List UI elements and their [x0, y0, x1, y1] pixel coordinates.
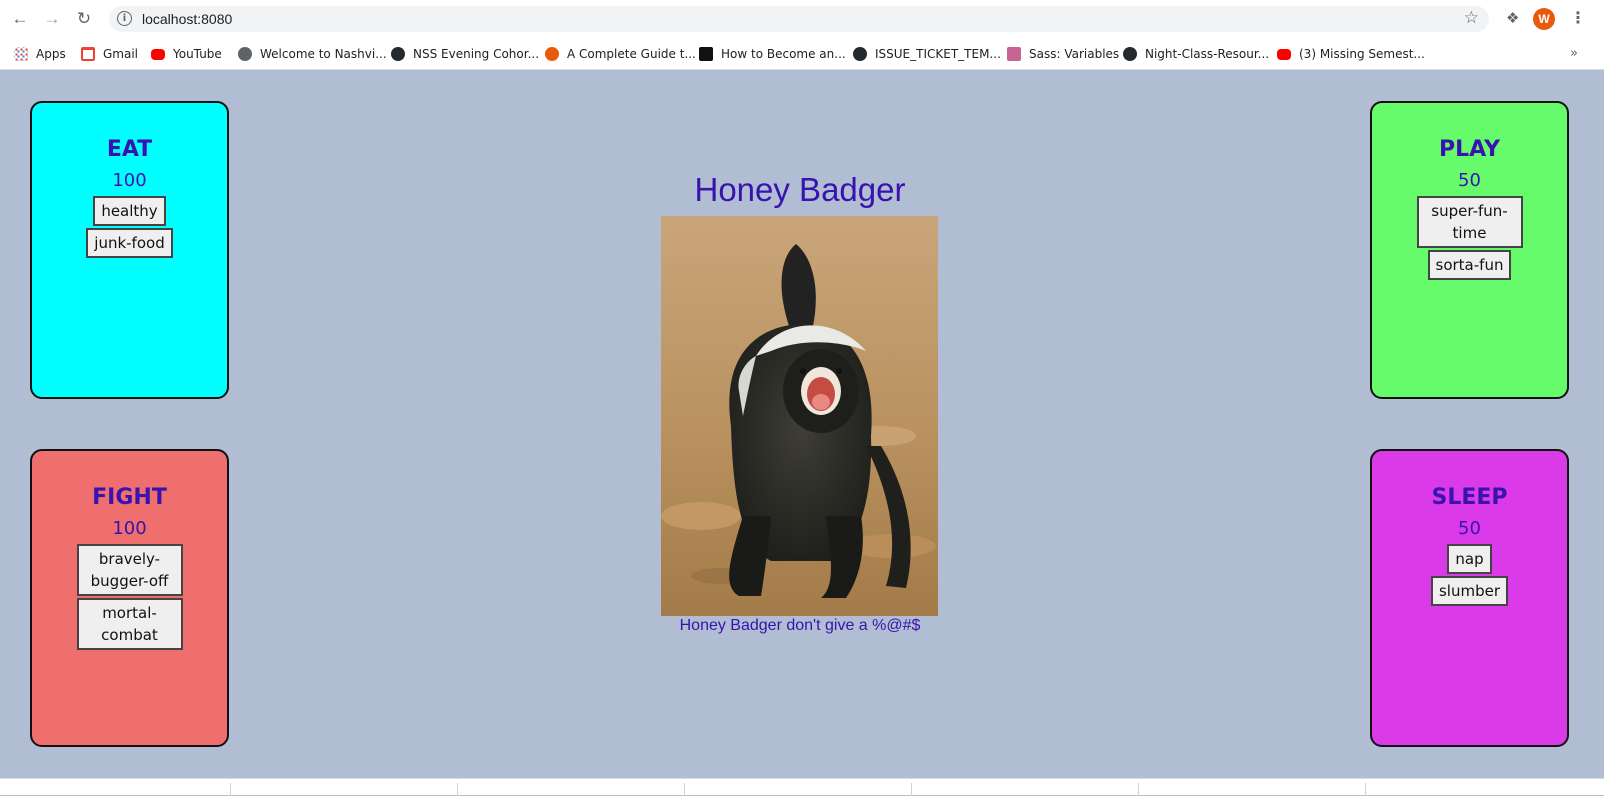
- mortal-combat-button[interactable]: mortal- combat: [76, 598, 183, 650]
- forward-arrow-icon[interactable]: →: [41, 8, 63, 30]
- shelf-divider: [230, 783, 231, 796]
- bookmark-gmail[interactable]: Gmail: [81, 45, 138, 63]
- bookmark-label: Gmail: [103, 47, 139, 61]
- healthy-button[interactable]: healthy: [93, 196, 166, 226]
- bookmark-label: ISSUE_TICKET_TEM...: [875, 47, 1001, 61]
- browser-toolbar: ← → ↻ i localhost:8080 ☆ ❖ W ⋮: [0, 0, 1604, 38]
- bookmark-youtube[interactable]: YouTube: [151, 45, 222, 63]
- bookmark-nss-cohort[interactable]: NSS Evening Cohor...: [391, 45, 539, 63]
- card-value: 100: [112, 518, 147, 539]
- youtube-icon: [1277, 48, 1291, 60]
- bookmarks-overflow-button[interactable]: »: [1570, 46, 1578, 61]
- shelf-divider: [1138, 783, 1139, 796]
- bookmark-star-icon[interactable]: ☆: [1464, 8, 1479, 28]
- nap-button[interactable]: nap: [1447, 544, 1492, 574]
- sass-icon: [1007, 47, 1021, 61]
- sorta-fun-button[interactable]: sorta-fun: [1427, 250, 1512, 280]
- github-icon: [853, 47, 867, 61]
- shelf-divider: [1365, 783, 1366, 796]
- extensions-puzzle-icon[interactable]: ❖: [1506, 9, 1519, 27]
- slumber-button[interactable]: slumber: [1430, 576, 1509, 606]
- asterisk-icon: [545, 47, 559, 61]
- youtube-icon: [151, 48, 165, 60]
- bookmark-night-class[interactable]: Night-Class-Resour...: [1123, 45, 1269, 63]
- bookmark-label: Night-Class-Resour...: [1145, 47, 1270, 61]
- bookmark-label: NSS Evening Cohor...: [413, 47, 540, 61]
- eat-card: EAT 100 healthy junk-food: [30, 101, 229, 399]
- bravely-bugger-off-button[interactable]: bravely- bugger-off: [76, 544, 183, 596]
- github-icon: [1123, 47, 1137, 61]
- card-value: 100: [112, 170, 147, 191]
- reload-icon[interactable]: ↻: [73, 8, 95, 30]
- address-bar[interactable]: i localhost:8080 ☆: [109, 6, 1489, 32]
- super-fun-time-button[interactable]: super-fun- time: [1416, 196, 1523, 248]
- bookmark-complete-guide[interactable]: A Complete Guide t...: [545, 45, 696, 63]
- bookmark-issue-ticket[interactable]: ISSUE_TICKET_TEM...: [853, 45, 1001, 63]
- back-arrow-icon[interactable]: ←: [9, 8, 31, 30]
- bookmark-label: Apps: [36, 47, 66, 61]
- bookmark-label: Sass: Variables: [1029, 47, 1120, 61]
- play-card: PLAY 50 super-fun- time sorta-fun: [1370, 101, 1569, 399]
- honey-badger-photo: [661, 216, 938, 616]
- card-value: 50: [1458, 518, 1481, 539]
- bookmark-label: YouTube: [173, 47, 222, 61]
- bookmark-label: Welcome to Nashvi...: [260, 47, 387, 61]
- profile-avatar[interactable]: W: [1533, 8, 1555, 30]
- gmail-icon: [81, 47, 95, 61]
- pet-caption: Honey Badger don't give a %@#$: [679, 617, 921, 634]
- globe-icon: [238, 47, 252, 61]
- pet-name-heading: Honey Badger: [694, 171, 906, 208]
- apps-grid-icon: [14, 47, 28, 61]
- card-title: SLEEP: [1431, 485, 1508, 510]
- shelf-divider: [457, 783, 458, 796]
- bookmark-sass-variables[interactable]: Sass: Variables: [1007, 45, 1119, 63]
- honey-badger-illustration: [661, 216, 938, 616]
- shelf-divider: [684, 783, 685, 796]
- url-text[interactable]: localhost:8080: [142, 11, 232, 27]
- bookmark-missing-semester[interactable]: (3) Missing Semest...: [1277, 45, 1425, 63]
- info-icon[interactable]: i: [117, 11, 132, 26]
- page-content: EAT 100 healthy junk-food FIGHT 100 brav…: [0, 71, 1604, 778]
- bookmark-nashville[interactable]: Welcome to Nashvi...: [238, 45, 387, 63]
- bookmark-apps[interactable]: Apps: [14, 45, 66, 63]
- bookmark-label: How to Become an...: [721, 47, 846, 61]
- bookmark-how-to-become[interactable]: How to Become an...: [699, 45, 846, 63]
- card-title: FIGHT: [92, 485, 167, 510]
- menu-kebab-icon[interactable]: ⋮: [1570, 8, 1586, 27]
- bookmarks-bar: Apps Gmail YouTube Welcome to Nashvi... …: [0, 38, 1604, 70]
- bookmark-label: (3) Missing Semest...: [1299, 47, 1425, 61]
- junk-food-button[interactable]: junk-food: [86, 228, 173, 258]
- github-icon: [391, 47, 405, 61]
- card-title: PLAY: [1439, 137, 1500, 162]
- fight-card: FIGHT 100 bravely- bugger-off mortal- co…: [30, 449, 229, 747]
- sleep-card: SLEEP 50 nap slumber: [1370, 449, 1569, 747]
- shelf-divider: [911, 783, 912, 796]
- card-value: 50: [1458, 170, 1481, 191]
- site-icon: [699, 47, 713, 61]
- download-shelf: [0, 778, 1604, 796]
- card-title: EAT: [106, 137, 153, 162]
- bookmark-label: A Complete Guide t...: [567, 47, 696, 61]
